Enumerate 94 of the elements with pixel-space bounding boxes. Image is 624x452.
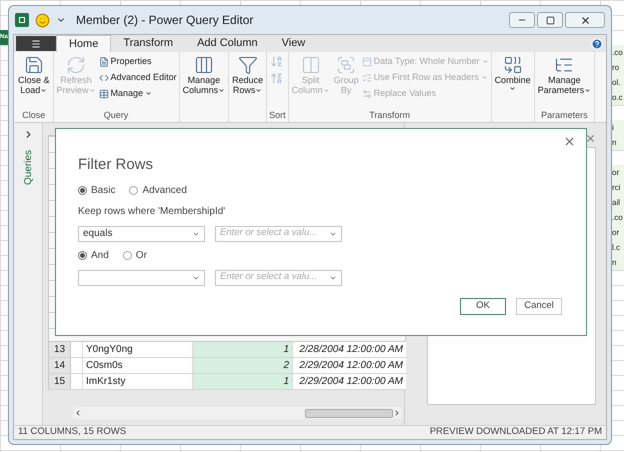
- value-combobox[interactable]: Enter or select a valu...: [215, 270, 342, 286]
- queries-pane[interactable]: Queries: [14, 123, 43, 425]
- ribbon-button[interactable]: Reduce Rows: [231, 55, 264, 95]
- status-text: 11 COLUMNS, 15 ROWS: [18, 425, 126, 440]
- table-cell: 2/29/2004 12:00:00 AM: [293, 358, 406, 373]
- filter-icon: [238, 55, 258, 75]
- caret-icon: [482, 58, 489, 65]
- restore-button[interactable]: [537, 12, 563, 28]
- help-icon[interactable]: [591, 38, 603, 50]
- dialog-button[interactable]: OK: [460, 298, 506, 315]
- group-icon: [336, 55, 356, 75]
- ribbon-tab[interactable]: View: [270, 35, 318, 52]
- table-cell: ImKr1sty: [83, 374, 193, 389]
- horizontal-scrollbar[interactable]: [73, 407, 402, 419]
- file-menu-button[interactable]: [16, 36, 56, 51]
- ribbon-menu-button[interactable]: Advanced Editor: [98, 71, 177, 84]
- ribbon-tab[interactable]: Add Column: [185, 35, 270, 52]
- columns-icon: [194, 55, 214, 75]
- sheet-cell: or: [612, 165, 624, 180]
- dialog-button[interactable]: Cancel: [516, 298, 562, 315]
- checklist-icon: [362, 72, 372, 82]
- window-title: Member (2) - Power Query Editor: [76, 12, 254, 29]
- ribbon-group-label: Sort: [269, 110, 286, 120]
- sliders-icon: [362, 88, 372, 98]
- row-number: 13: [48, 342, 71, 357]
- sheet-cell: or: [612, 225, 624, 240]
- restore-icon: [546, 16, 554, 24]
- radio-option[interactable]: And: [78, 248, 109, 262]
- table-cell: C0sm0s: [83, 358, 193, 373]
- radio-option[interactable]: Or: [122, 248, 147, 262]
- ribbon-tab[interactable]: Transform: [111, 35, 186, 52]
- sheet-cell: rci: [612, 180, 624, 195]
- scroll-right-icon[interactable]: [393, 409, 401, 417]
- close-button[interactable]: [565, 12, 605, 28]
- sheet-cell: l.c: [612, 240, 624, 255]
- smiley-icon[interactable]: [35, 12, 50, 28]
- sheet-cell: .co: [612, 45, 624, 60]
- caret-icon: [584, 86, 592, 94]
- status-text: PREVIEW DOWNLOADED AT 12:17 PM: [430, 425, 602, 440]
- close-icon: [580, 14, 590, 26]
- document-icon: [98, 56, 109, 66]
- sheet-cell: ail: [612, 195, 624, 210]
- sheet-cell: .co: [612, 210, 624, 225]
- row-number: 14: [48, 358, 71, 373]
- combine-icon: [502, 55, 523, 75]
- table-cell: 1: [193, 374, 293, 389]
- code-icon: [98, 72, 109, 82]
- sheet-cell: n: [612, 255, 624, 270]
- sheet-cell: ol.: [612, 75, 624, 90]
- ribbon-menu-button[interactable]: Properties: [98, 55, 177, 68]
- dialog-title: Filter Rows: [78, 155, 154, 175]
- caret-icon: [480, 74, 488, 81]
- table-cell: Y0ngY0ng: [83, 342, 193, 357]
- ribbon-group-label: Query: [104, 110, 128, 120]
- ribbon-button[interactable]: Manage Parameters: [536, 55, 592, 95]
- sheet-cell: ro: [612, 60, 624, 75]
- ribbon-group-label: Transform: [369, 110, 410, 120]
- sheet-cell: o.c: [612, 90, 624, 105]
- close-icon[interactable]: [563, 135, 576, 148]
- caret-icon: [322, 86, 330, 94]
- value-combobox[interactable]: Enter or select a valu...: [215, 226, 342, 242]
- caret-icon: [145, 90, 152, 97]
- operator-dropdown[interactable]: equals: [78, 226, 205, 242]
- ribbon-tab[interactable]: Home: [56, 35, 112, 52]
- dialog-prompt: Keep rows where 'MembershipId': [78, 204, 226, 218]
- ribbon-group-label: Parameters: [541, 110, 588, 120]
- row-number: 15: [48, 374, 71, 389]
- table-icon: [98, 88, 109, 98]
- ribbon-group-label: Close: [22, 110, 46, 120]
- queries-label: Queries: [22, 150, 34, 185]
- caret-icon: [218, 86, 226, 94]
- ribbon-button[interactable]: Close & Load: [17, 55, 51, 95]
- close-icon[interactable]: [585, 133, 596, 144]
- split-columns-icon: [300, 55, 321, 75]
- sheet-cell: n: [612, 135, 624, 150]
- menu-icon: [31, 38, 41, 48]
- table-cell: 1: [193, 342, 293, 357]
- ribbon-button[interactable]: Combine: [494, 55, 532, 92]
- radio-option[interactable]: Advanced: [129, 182, 187, 198]
- ribbon-menu-button[interactable]: Manage: [98, 87, 177, 100]
- spreadsheet-app-icon[interactable]: [15, 13, 29, 27]
- caret-icon: [255, 86, 262, 94]
- table-cell: 2: [193, 358, 293, 373]
- sheet-cell: i: [612, 120, 624, 135]
- refresh-icon: [66, 55, 86, 75]
- table-cell: 2/29/2004 12:00:00 AM: [293, 374, 406, 389]
- caret-icon: [40, 86, 48, 94]
- caret-icon: [509, 85, 516, 92]
- ribbon-button[interactable]: Manage Columns: [182, 55, 226, 95]
- table-cell: 2/28/2004 12:00:00 AM: [293, 342, 406, 357]
- radio-option[interactable]: Basic: [78, 182, 116, 198]
- panel-icon: [362, 56, 372, 66]
- scroll-left-icon[interactable]: [74, 409, 82, 417]
- caret-icon: [88, 86, 96, 94]
